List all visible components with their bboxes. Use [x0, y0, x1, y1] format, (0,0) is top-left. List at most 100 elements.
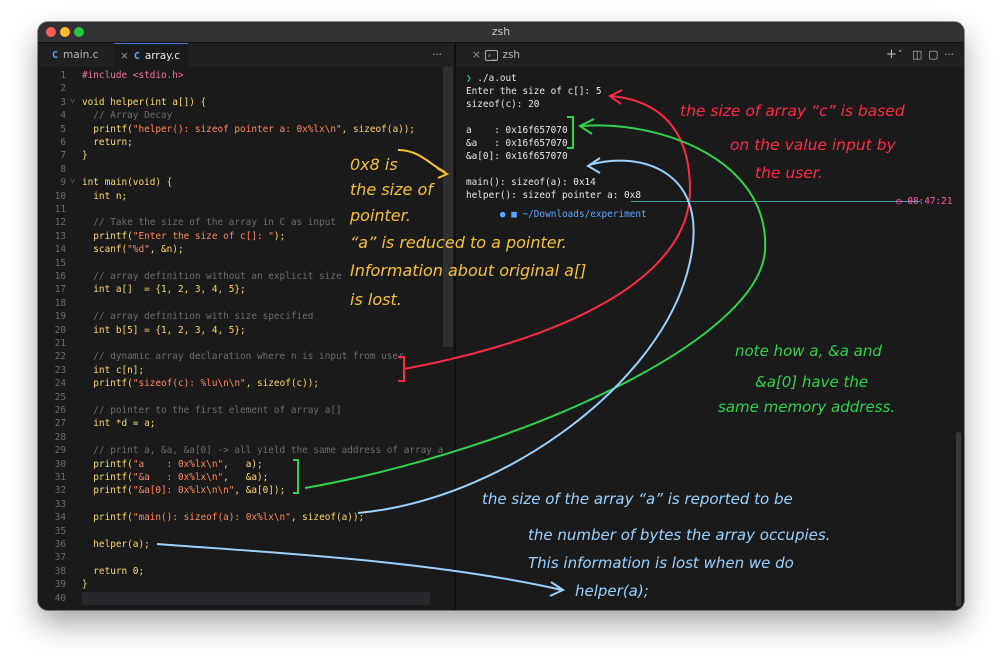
yellow-annotation-line-2: the size of [350, 180, 433, 199]
code-line[interactable]: 2 [38, 82, 442, 95]
code-token: // Array Decay [82, 110, 173, 122]
code-line[interactable]: 19 // array definition with size specifi… [38, 310, 442, 323]
chevron-down-icon[interactable]: ˅ [898, 43, 903, 67]
code-token: "sizeof(c): %lu\n\n" [132, 378, 246, 390]
code-text: return; [82, 136, 133, 149]
code-token: void helper(int a[]) { [82, 96, 207, 108]
line-number: 17 [54, 284, 66, 296]
code-line[interactable]: 5 printf("helper(): sizeof pointer a: 0x… [38, 123, 442, 136]
code-token: , &a[0]); [234, 485, 286, 497]
editor-more-button[interactable]: ··· [432, 43, 442, 67]
code-line[interactable]: 1 #include <stdio.h> [38, 69, 442, 82]
code-text: printf("&a : 0x%lx\n", &a); [82, 471, 268, 484]
line-number: 6 [60, 137, 66, 148]
code-text: // pointer to the first element of array… [82, 404, 342, 417]
tab-array-c[interactable]: × Carray.c [114, 43, 188, 67]
code-line[interactable]: 35 [38, 525, 442, 538]
code-text: helper(a); [82, 538, 149, 551]
code-token: printf( [82, 378, 133, 390]
code-line[interactable]: 28 [38, 431, 442, 444]
title-bar: zsh [38, 22, 964, 43]
code-text: // Take the size of the array in C as in… [82, 216, 336, 229]
code-line[interactable]: 26 // pointer to the first element of ar… [38, 404, 442, 417]
code-text: // array definition with size specified [82, 310, 313, 323]
code-token: // pointer to the first element of array… [82, 405, 342, 416]
terminal-scrollbar[interactable] [956, 432, 961, 607]
code-line[interactable]: 27 int *d = a; [38, 417, 442, 430]
lock-icon[interactable]: ▢ [928, 43, 938, 67]
window-title: zsh [491, 25, 511, 38]
code-token: printf( [82, 485, 133, 497]
code-token: printf( [82, 458, 133, 470]
code-line[interactable]: 23 int c[n]; [38, 364, 442, 377]
editor-scrollbar[interactable] [443, 67, 453, 347]
code-line[interactable]: 25 [38, 391, 442, 404]
code-line[interactable]: 30 printf("a : 0x%lx\n", a); [38, 458, 442, 471]
tab-zsh[interactable]: × ›_ zsh [456, 43, 520, 67]
code-text: #include <stdio.h> [82, 69, 184, 82]
fold-chevron-icon[interactable]: ˅ [70, 176, 75, 189]
code-token: , sizeof(a)); [341, 123, 416, 135]
prompt-separator [631, 201, 921, 202]
prompt-time: ◷ 08:47:21 [896, 195, 952, 208]
blue-annotation-line-3: This information is lost when we do [528, 554, 794, 572]
add-terminal-icon[interactable]: + [886, 43, 897, 67]
code-token: , sizeof(c)); [245, 378, 320, 390]
editor-tab-bar: Cmain.c × Carray.c ··· [38, 43, 454, 68]
code-line[interactable]: 29 // print a, &a, &a[0] -> all yield th… [38, 444, 444, 457]
blue-annotation-line-4: helper(a); [575, 582, 649, 600]
code-line[interactable]: 24 printf("sizeof(c): %lu\n\n", sizeof(c… [38, 377, 442, 390]
terminal-output-line: a : 0x16f657070 [466, 125, 568, 136]
code-line[interactable]: 31 printf("&a : 0x%lx\n", &a); [38, 471, 442, 484]
code-line[interactable]: 21 [38, 337, 442, 350]
tab-label: array.c [144, 50, 180, 62]
code-text: printf("helper(): sizeof pointer a: 0x%l… [82, 123, 415, 136]
code-token: printf( [82, 472, 133, 483]
code-line[interactable]: 40 [38, 591, 442, 605]
code-line[interactable]: 32 printf("&a[0]: 0x%lx\n\n", &a[0]); [38, 484, 442, 497]
code-line[interactable]: 37 [38, 551, 442, 564]
code-line[interactable]: 3 ˅ void helper(int a[]) { [38, 96, 442, 109]
code-token: int c[n]; [82, 364, 145, 376]
code-line[interactable]: 34 printf("main(): sizeof(a): 0x%lx\n", … [38, 511, 442, 524]
code-token: "a : 0x%lx\n" [132, 458, 224, 470]
prompt-path: ~/Downloads/experiment [522, 209, 647, 220]
line-number: 37 [54, 552, 66, 564]
code-text: int b[5] = {1, 2, 3, 4, 5}; [82, 324, 245, 337]
code-line[interactable]: 38 return 0; [38, 565, 442, 578]
code-line[interactable]: 22 // dynamic array declaration where n … [38, 350, 442, 363]
code-token: // array definition without an explicit … [82, 271, 342, 282]
line-number: 5 [60, 123, 66, 135]
code-line[interactable]: 33 [38, 498, 442, 511]
terminal-tab-bar: × ›_ zsh + ˅ ◫ ▢ ··· [456, 43, 964, 68]
line-number: 32 [54, 485, 66, 497]
line-number: 38 [54, 565, 66, 577]
tab-main-c[interactable]: Cmain.c [52, 43, 114, 67]
blue-annotation-line-2: the number of bytes the array occupies. [528, 526, 831, 544]
line-number: 16 [54, 271, 66, 282]
code-text: int n; [82, 190, 127, 203]
blue-annotation-line-1: the size of the array “a” is reported to… [482, 490, 793, 508]
code-text: // Array Decay [82, 109, 172, 122]
yellow-annotation-line-5: Information about original a[] [350, 261, 587, 280]
code-editor[interactable]: 1 #include <stdio.h> 2 3 ˅ void helper(int a[… [38, 67, 454, 610]
code-line[interactable]: 20 int b[5] = {1, 2, 3, 4, 5}; [38, 324, 442, 337]
code-line[interactable]: 39} [38, 578, 442, 591]
code-line[interactable]: 4 // Array Decay [38, 109, 442, 122]
terminal-more-button[interactable]: ··· [944, 43, 954, 67]
code-line[interactable]: 36 helper(a); [38, 538, 442, 551]
close-tab-icon[interactable]: × [472, 49, 481, 61]
close-tab-icon[interactable]: × [120, 50, 129, 62]
code-text: // print a, &a, &a[0] -> all yield the s… [82, 444, 443, 457]
line-number: 8 [60, 163, 66, 175]
split-view-icon[interactable]: ◫ [912, 43, 922, 67]
code-text: int c[n]; [82, 364, 144, 377]
code-token: "main(): sizeof(a): 0x%lx\n" [132, 512, 291, 524]
red-annotation-line-2: on the value input by [730, 136, 896, 154]
fold-chevron-icon[interactable]: ˅ [70, 96, 75, 109]
code-token: "&a : 0x%lx\n" [132, 472, 224, 483]
code-line[interactable]: 6 return; [38, 136, 442, 149]
terminal-output-line: main(): sizeof(a): 0x14 [466, 177, 596, 188]
line-number: 11 [54, 204, 66, 215]
code-token: printf( [82, 230, 133, 242]
